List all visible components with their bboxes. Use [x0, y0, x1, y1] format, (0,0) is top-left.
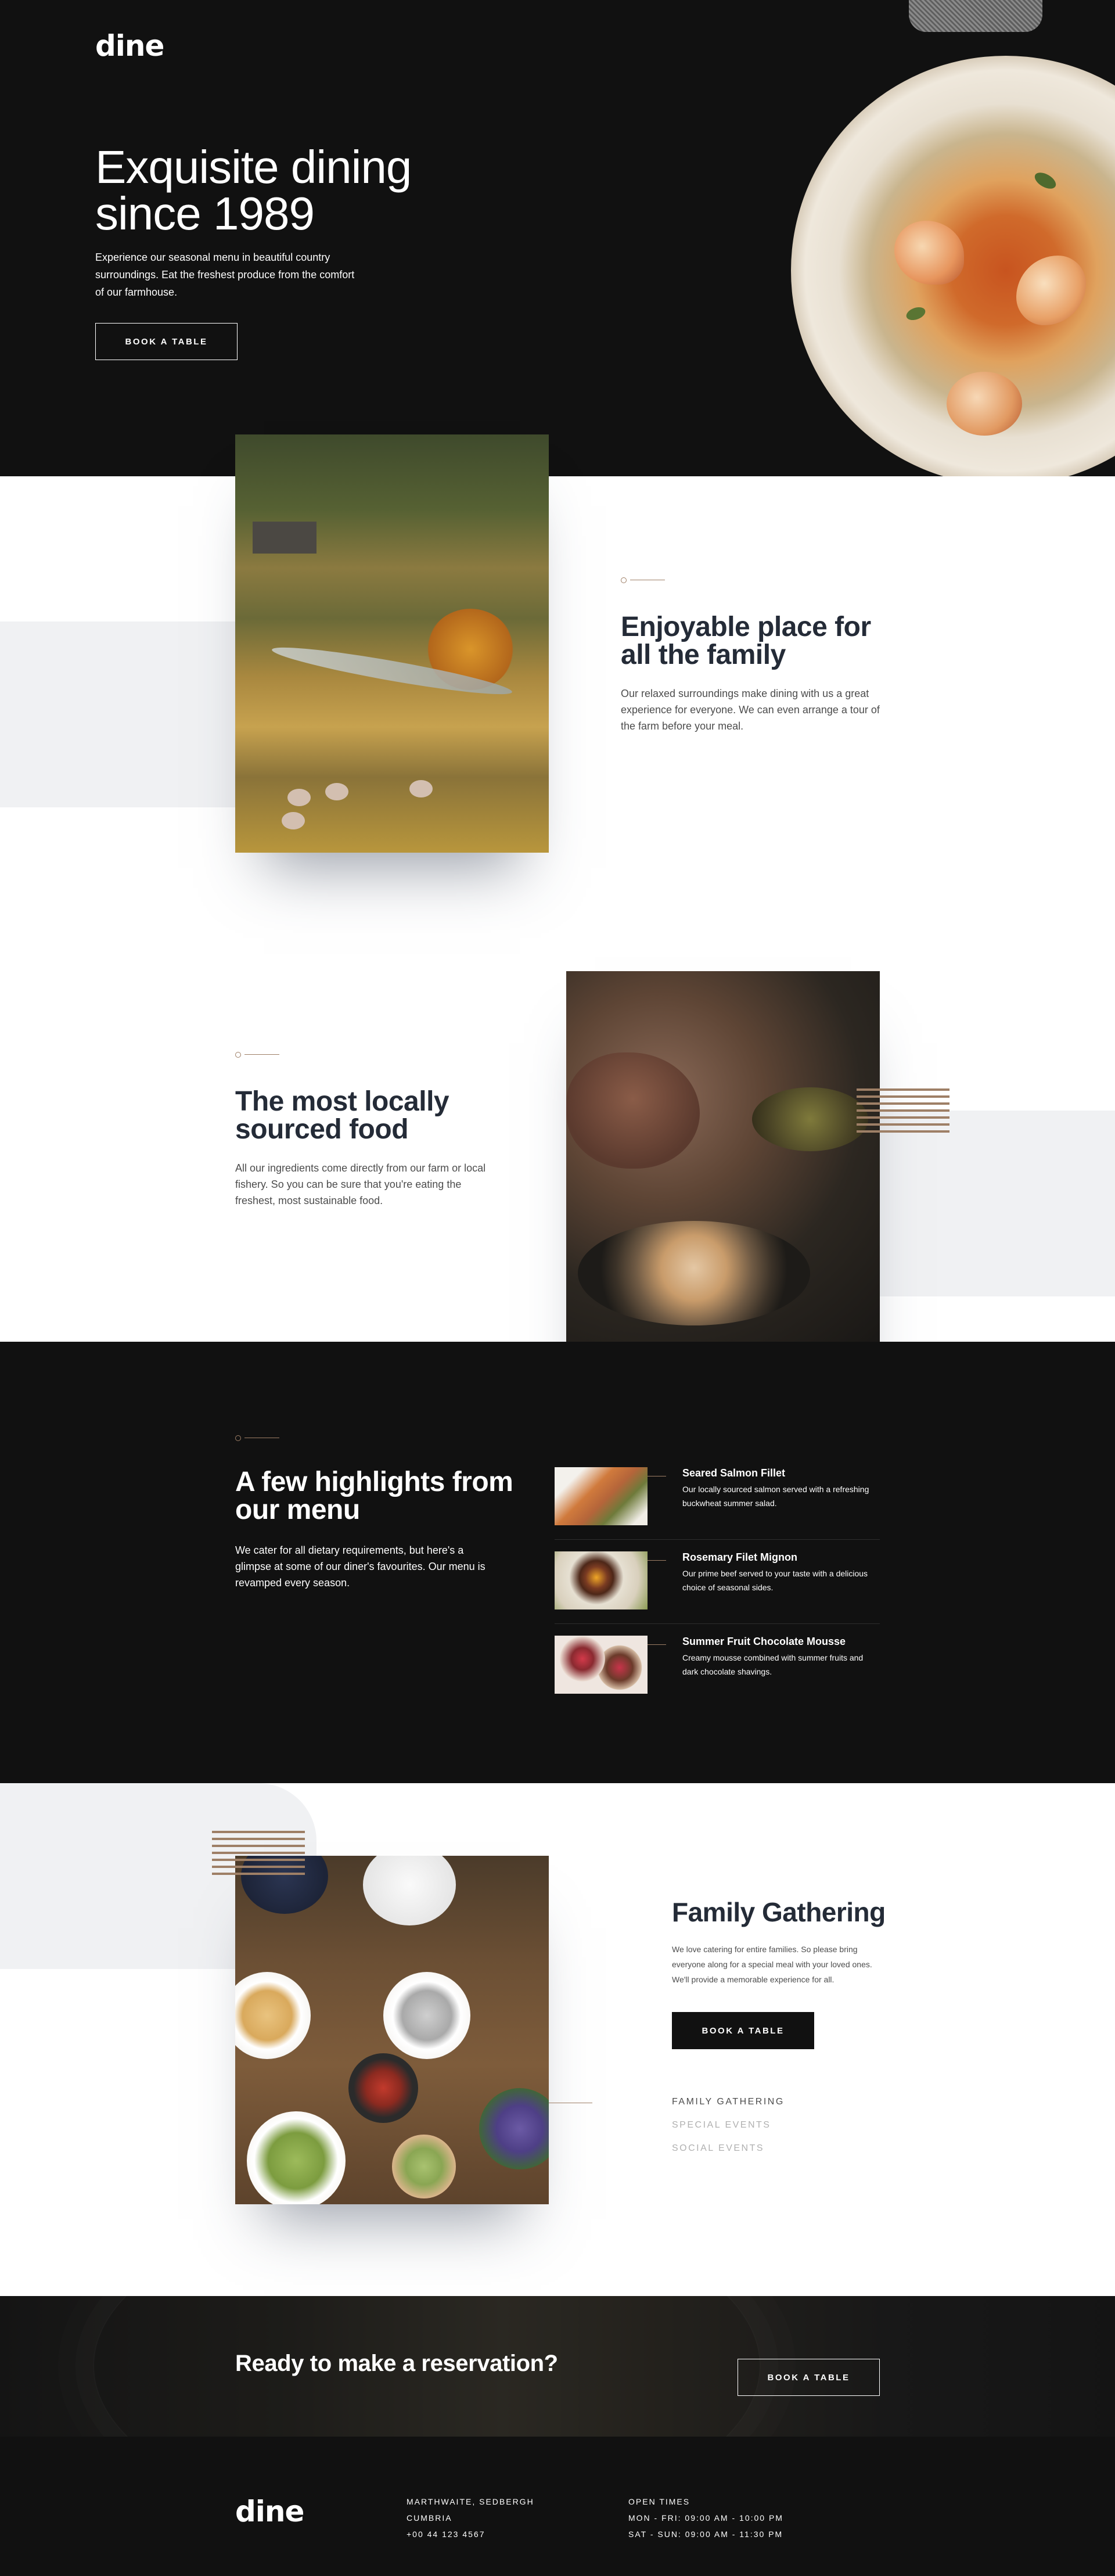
reservation-book-table-button[interactable]: BOOK A TABLE: [738, 2359, 880, 2396]
farm-image: [235, 434, 549, 853]
menu-item[interactable]: Rosemary Filet Mignon Our prime beef ser…: [555, 1551, 880, 1636]
plate-decoration: [235, 1972, 311, 2059]
footer: dine MARTHWAITE, SEDBERGH CUMBRIA +00 44…: [0, 2437, 1115, 2576]
local-section-text: All our ingredients come directly from o…: [235, 1162, 486, 1206]
tab-social-events[interactable]: SOCIAL EVENTS: [672, 2143, 764, 2154]
section-divider: [235, 1052, 279, 1058]
menu-item-name: Seared Salmon Fillet: [682, 1467, 786, 1479]
hero-title-line2: since 1989: [95, 188, 315, 239]
family-section-text: Our relaxed surroundings make dining wit…: [621, 688, 880, 732]
chocolate-mousse-thumbnail: [555, 1636, 666, 1694]
menu-item-name: Rosemary Filet Mignon: [682, 1551, 798, 1563]
phone-number: +00 44 123 4567: [407, 2530, 485, 2539]
highlights-section: A few highlights from our menu We cater …: [0, 1342, 1115, 1783]
footer-logo[interactable]: dine: [235, 2495, 304, 2528]
flowers-decoration: [479, 2088, 549, 2169]
hero-description: Experience our seasonal menu in beautifu…: [95, 252, 355, 298]
logo[interactable]: dine: [95, 29, 164, 63]
menu-item-desc: Our locally sourced salmon served with a…: [682, 1485, 869, 1508]
address-line1: MARTHWAITE, SEDBERGH: [407, 2497, 534, 2506]
filet-mignon-thumbnail: [555, 1551, 666, 1609]
decorative-lines-pattern: [212, 1831, 305, 1875]
highlights-text: We cater for all dietary requirements, b…: [235, 1544, 485, 1589]
hero-section: dine Exquisite dining since 1989 Experie…: [0, 0, 1115, 476]
local-section-title: The most locally sourced food: [235, 1088, 502, 1144]
plate-decoration: [383, 1972, 470, 2059]
bowl-decoration: [348, 2053, 418, 2123]
events-book-table-button[interactable]: BOOK A TABLE: [672, 2012, 814, 2049]
footer-address: MARTHWAITE, SEDBERGH CUMBRIA +00 44 123 …: [407, 2494, 534, 2542]
plate-decoration: [247, 2111, 346, 2204]
plate-decoration: [578, 1221, 810, 1325]
menu-item-name: Summer Fruit Chocolate Mousse: [682, 1636, 846, 1647]
sheep-decoration: [287, 789, 311, 806]
family-section-title: Enjoyable place for all the family: [621, 613, 888, 669]
highlights-title-line1: A few highlights from: [235, 1467, 513, 1497]
highlights-title-line2: our menu: [235, 1494, 360, 1525]
napkin-decoration: [909, 0, 1042, 32]
family-gathering-image: [235, 1856, 549, 2204]
salmon-thumbnail: [555, 1467, 666, 1525]
family-title-line2: all the family: [621, 639, 786, 670]
sheep-decoration: [325, 783, 348, 800]
address-line2: CUMBRIA: [407, 2513, 452, 2523]
menu-divider: [555, 1623, 880, 1624]
decorative-lines-pattern: [857, 1088, 949, 1133]
menu-item[interactable]: Summer Fruit Chocolate Mousse Creamy mou…: [555, 1636, 880, 1720]
shrimp-decoration: [947, 372, 1022, 436]
events-text: We love catering for entire families. So…: [672, 1945, 872, 1984]
local-title-line2: sourced food: [235, 1114, 409, 1145]
tab-family-gathering[interactable]: FAMILY GATHERING: [672, 2097, 785, 2107]
menu-item[interactable]: Seared Salmon Fillet Our locally sourced…: [555, 1467, 880, 1552]
sheep-decoration: [282, 812, 305, 829]
hours-weekend: SAT - SUN: 09:00 AM - 11:30 PM: [628, 2530, 783, 2539]
food-plating-image: [566, 971, 880, 1389]
sheep-decoration: [409, 780, 433, 797]
decorative-grey-block: [0, 621, 244, 807]
hand-decoration: [566, 1052, 700, 1169]
local-title-line1: The most locally: [235, 1086, 449, 1117]
bowl-decoration: [392, 2135, 456, 2198]
family-title-line1: Enjoyable place for: [621, 612, 871, 642]
menu-item-desc: Creamy mousse combined with summer fruit…: [682, 1653, 864, 1676]
hero-title-line1: Exquisite dining: [95, 141, 412, 193]
hours-title: OPEN TIMES: [628, 2497, 690, 2506]
person-decoration: [363, 1856, 456, 1925]
farmhouse-decoration: [253, 522, 316, 554]
hero-book-table-button[interactable]: BOOK A TABLE: [95, 323, 238, 360]
decorative-grey-block: [871, 1111, 1115, 1296]
reservation-title: Ready to make a reservation?: [235, 2351, 558, 2376]
highlights-title: A few highlights from our menu: [235, 1468, 526, 1524]
footer-hours: OPEN TIMES MON - FRI: 09:00 AM - 10:00 P…: [628, 2494, 783, 2542]
menu-divider: [555, 1539, 880, 1540]
events-title: Family Gathering: [672, 1897, 886, 1927]
hero-title: Exquisite dining since 1989: [95, 144, 420, 237]
tab-special-events[interactable]: SPECIAL EVENTS: [672, 2120, 771, 2131]
menu-item-desc: Our prime beef served to your taste with…: [682, 1569, 868, 1592]
pot-decoration: [752, 1087, 868, 1151]
hours-weekday: MON - FRI: 09:00 AM - 10:00 PM: [628, 2513, 783, 2523]
reservation-banner: Ready to make a reservation? BOOK A TABL…: [0, 2296, 1115, 2437]
